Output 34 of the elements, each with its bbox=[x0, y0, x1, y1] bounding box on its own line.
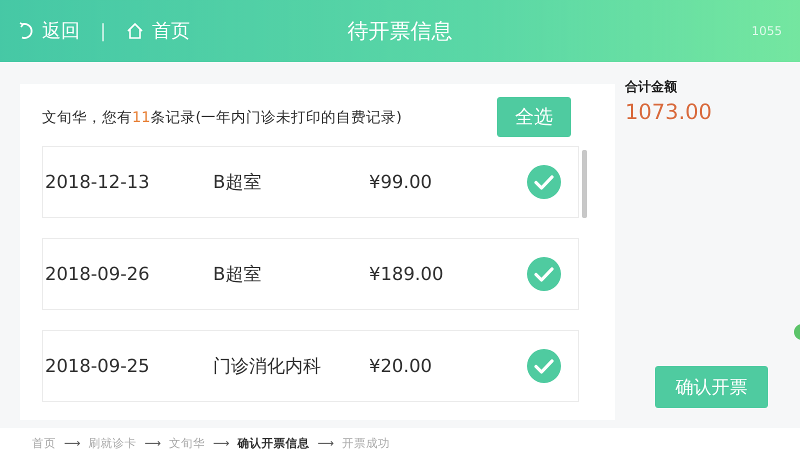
breadcrumb-step: 确认开票信息 bbox=[238, 436, 310, 450]
records-intro: 文旬华，您有11条记录(一年内门诊未打印的自费记录) bbox=[42, 108, 402, 126]
record-amount: ¥20.00 bbox=[369, 356, 433, 376]
record-date: 2018-09-26 bbox=[44, 264, 151, 284]
arrow-text: ⟶ bbox=[144, 436, 161, 450]
confirm-button[interactable]: 确认开票 bbox=[655, 366, 768, 408]
check-icon[interactable] bbox=[526, 348, 562, 384]
check-icon[interactable] bbox=[526, 164, 562, 200]
total-amount: 1073.00 bbox=[625, 100, 713, 124]
home-link[interactable]: 首页 bbox=[152, 18, 190, 44]
arrow-text: ⟶ bbox=[64, 436, 80, 450]
page-title: 待开票信息 bbox=[348, 18, 452, 45]
record-date: 2018-09-25 bbox=[44, 356, 151, 376]
home-icon[interactable] bbox=[126, 22, 144, 40]
record-date: 2018-12-13 bbox=[44, 172, 151, 192]
breadcrumb-step: 首页 bbox=[32, 436, 56, 450]
back-icon[interactable] bbox=[18, 22, 34, 40]
check-icon[interactable] bbox=[526, 256, 562, 292]
record-amount: ¥99.00 bbox=[369, 172, 433, 192]
arrow-text: ⟶ bbox=[318, 436, 334, 450]
separator-text: | bbox=[100, 20, 106, 42]
record-department: 门诊消化内科 bbox=[213, 355, 322, 378]
breadcrumb-step: 开票成功 bbox=[342, 436, 390, 450]
total-label: 合计金额 bbox=[625, 78, 678, 96]
record-department: B超室 bbox=[213, 263, 262, 286]
breadcrumb-step: 文旬华 bbox=[169, 436, 205, 450]
record-amount: ¥189.00 bbox=[369, 264, 444, 284]
select-all-button[interactable]: 全选 bbox=[497, 97, 571, 137]
record-department: B超室 bbox=[213, 171, 262, 194]
terminal-code: 1055 bbox=[751, 24, 782, 38]
breadcrumb-step: 刷就诊卡 bbox=[88, 436, 136, 450]
scrollbar-thumb[interactable] bbox=[582, 150, 587, 218]
arrow-text: ⟶ bbox=[213, 436, 230, 450]
back-link[interactable]: 返回 bbox=[42, 18, 80, 44]
